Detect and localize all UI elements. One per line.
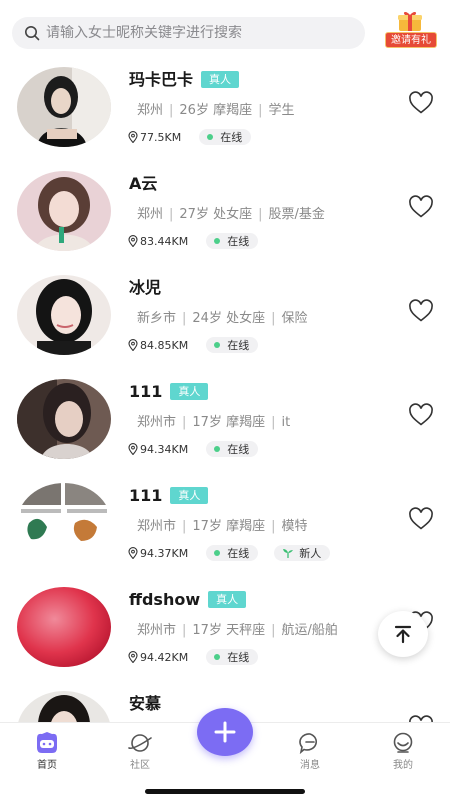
user-meta: 84.85KM 在线 <box>128 336 259 354</box>
search-icon <box>25 26 40 41</box>
user-card[interactable]: 玛卡巴卡 真人 郑州 | 26岁 摩羯座 | 学生 77.5KM 在线 <box>0 60 450 164</box>
online-status: 在线 <box>206 441 259 457</box>
user-name: 安慕 <box>129 694 162 713</box>
distance: 77.5KM <box>140 130 182 144</box>
invite-label: 邀请有礼 <box>385 32 437 48</box>
profile-face-icon <box>393 732 413 753</box>
user-info: 郑州市 | 17岁 摩羯座 | it <box>137 415 291 430</box>
user-name: 111 真人 <box>129 382 209 402</box>
search-bar[interactable] <box>12 17 365 49</box>
heart-icon[interactable] <box>408 507 434 531</box>
avatar[interactable] <box>17 379 111 459</box>
verified-badge: 真人 <box>201 71 240 88</box>
plus-icon <box>214 721 236 743</box>
user-meta: 94.37KM 在线 新人 <box>128 544 331 562</box>
heart-icon[interactable] <box>408 195 434 219</box>
location-pin-icon <box>128 235 138 247</box>
home-indicator <box>145 789 305 794</box>
add-post-button[interactable] <box>197 708 253 756</box>
verified-badge: 真人 <box>170 383 209 400</box>
location-pin-icon <box>128 339 138 351</box>
tab-profile[interactable]: 我的 <box>373 731 433 771</box>
verified-badge: 真人 <box>170 487 209 504</box>
verified-badge: 真人 <box>208 591 247 608</box>
arrow-up-to-top-icon <box>394 625 412 644</box>
user-meta: 94.34KM 在线 <box>128 440 259 458</box>
online-status: 在线 <box>206 649 259 665</box>
avatar[interactable] <box>17 587 111 667</box>
home-face-icon <box>37 732 57 753</box>
tab-label: 社区 <box>130 760 150 771</box>
location-pin-icon <box>128 651 138 663</box>
invite-reward-button[interactable]: 邀请有礼 <box>383 10 439 50</box>
user-card[interactable]: 111 真人 郑州市 | 17岁 摩羯座 | it 94.34KM 在线 <box>0 372 450 476</box>
heart-icon[interactable] <box>408 91 434 115</box>
distance: 84.85KM <box>140 338 189 352</box>
user-meta: 83.44KM 在线 <box>128 232 259 250</box>
search-input[interactable] <box>46 25 346 41</box>
avatar[interactable] <box>17 67 111 147</box>
distance: 94.34KM <box>140 442 189 456</box>
distance: 94.37KM <box>140 546 189 560</box>
heart-icon[interactable] <box>408 403 434 427</box>
user-name: 111 真人 <box>129 486 209 506</box>
location-pin-icon <box>128 131 138 143</box>
online-dot-icon <box>214 654 221 660</box>
avatar[interactable] <box>17 275 111 355</box>
tab-home[interactable]: 首页 <box>17 731 77 771</box>
user-info: 郑州市 | 17岁 摩羯座 | 模特 <box>137 519 308 534</box>
user-card[interactable]: A云 郑州 | 27岁 处女座 | 股票/基金 83.44KM 在线 <box>0 164 450 268</box>
tab-label: 我的 <box>393 760 413 771</box>
user-name: ffdshow 真人 <box>129 590 247 610</box>
avatar[interactable] <box>17 483 111 563</box>
online-dot-icon <box>214 342 221 348</box>
user-card[interactable]: 冰児 新乡市 | 24岁 处女座 | 保险 84.85KM 在线 <box>0 268 450 372</box>
user-meta: 94.42KM 在线 <box>128 648 259 666</box>
top-bar: 邀请有礼 <box>0 0 450 60</box>
online-status: 在线 <box>206 545 259 561</box>
gift-icon <box>398 11 422 31</box>
user-name: 玛卡巴卡 真人 <box>129 70 240 90</box>
heart-icon[interactable] <box>408 299 434 323</box>
avatar[interactable] <box>17 171 111 251</box>
user-name: 冰児 <box>129 278 162 297</box>
distance: 83.44KM <box>140 234 189 248</box>
online-status: 在线 <box>206 233 259 249</box>
user-info: 郑州市 | 17岁 天秤座 | 航运/船舶 <box>137 623 338 638</box>
planet-icon <box>128 734 152 752</box>
user-info: 郑州 | 27岁 处女座 | 股票/基金 <box>137 207 325 222</box>
online-dot-icon <box>214 238 221 244</box>
online-dot-icon <box>214 446 221 452</box>
online-status: 在线 <box>199 129 252 145</box>
sprout-icon <box>283 548 294 558</box>
location-pin-icon <box>128 443 138 455</box>
online-dot-icon <box>214 550 221 556</box>
distance: 94.42KM <box>140 650 189 664</box>
newbie-badge: 新人 <box>274 545 331 561</box>
location-pin-icon <box>128 547 138 559</box>
online-dot-icon <box>207 134 214 140</box>
chat-bubble-icon <box>299 733 317 755</box>
tab-messages[interactable]: 消息 <box>280 731 340 771</box>
tab-label: 首页 <box>37 760 57 771</box>
tab-community[interactable]: 社区 <box>110 731 170 771</box>
user-name: A云 <box>129 174 158 193</box>
user-meta: 77.5KM 在线 <box>128 128 252 146</box>
user-list: 玛卡巴卡 真人 郑州 | 26岁 摩羯座 | 学生 77.5KM 在线 A云 郑州 | 27岁… <box>0 60 450 788</box>
user-info: 新乡市 | 24岁 处女座 | 保险 <box>137 311 308 326</box>
online-status: 在线 <box>206 337 259 353</box>
tab-label: 消息 <box>300 760 320 771</box>
user-card[interactable]: 111 真人 郑州市 | 17岁 摩羯座 | 模特 94.37KM 在线 新人 <box>0 476 450 580</box>
user-info: 郑州 | 26岁 摩羯座 | 学生 <box>137 103 295 118</box>
back-to-top-button[interactable] <box>378 611 428 657</box>
